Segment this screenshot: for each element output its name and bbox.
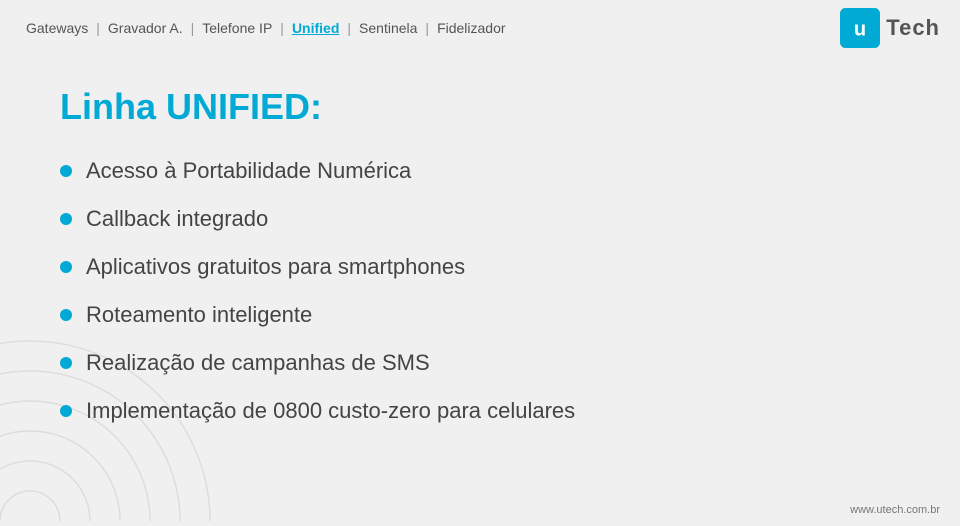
- bullet-dot-2: [60, 213, 72, 225]
- bullet-dot-6: [60, 405, 72, 417]
- nav-item-gateways[interactable]: Gateways: [20, 20, 94, 36]
- list-item: Callback integrado: [60, 206, 900, 232]
- bullet-dot-1: [60, 165, 72, 177]
- feature-list: Acesso à Portabilidade Numérica Callback…: [60, 158, 900, 424]
- list-item: Realização de campanhas de SMS: [60, 350, 900, 376]
- bullet-dot-4: [60, 309, 72, 321]
- logo-text: Tech: [886, 15, 940, 41]
- list-item-label-4: Roteamento inteligente: [86, 302, 312, 328]
- main-content: Linha UNIFIED: Acesso à Portabilidade Nu…: [0, 56, 960, 444]
- footer-url: www.utech.com.br: [850, 504, 940, 516]
- nav-separator-4: |: [347, 20, 351, 36]
- list-item-label-2: Callback integrado: [86, 206, 268, 232]
- nav-item-telefone[interactable]: Telefone IP: [196, 20, 278, 36]
- list-item-label-5: Realização de campanhas de SMS: [86, 350, 430, 376]
- bullet-dot-3: [60, 261, 72, 273]
- nav-separator-3: |: [280, 20, 284, 36]
- list-item-label-3: Aplicativos gratuitos para smartphones: [86, 254, 465, 280]
- nav-item-fidelizador[interactable]: Fidelizador: [431, 20, 511, 36]
- bullet-dot-5: [60, 357, 72, 369]
- list-item: Aplicativos gratuitos para smartphones: [60, 254, 900, 280]
- list-item: Acesso à Portabilidade Numérica: [60, 158, 900, 184]
- list-item: Roteamento inteligente: [60, 302, 900, 328]
- nav-item-unified[interactable]: Unified: [286, 20, 345, 36]
- nav-item-sentinela[interactable]: Sentinela: [353, 20, 423, 36]
- svg-text:u: u: [854, 18, 866, 40]
- nav-separator-1: |: [96, 20, 100, 36]
- nav-separator-2: |: [191, 20, 195, 36]
- list-item-label-1: Acesso à Portabilidade Numérica: [86, 158, 411, 184]
- logo: u Tech: [840, 8, 940, 48]
- logo-icon: u: [840, 8, 880, 48]
- nav-links: Gateways | Gravador A. | Telefone IP | U…: [20, 20, 512, 36]
- page-title: Linha UNIFIED:: [60, 86, 900, 128]
- top-navigation: Gateways | Gravador A. | Telefone IP | U…: [0, 0, 960, 56]
- nav-separator-5: |: [425, 20, 429, 36]
- nav-item-gravador[interactable]: Gravador A.: [102, 20, 189, 36]
- list-item-label-6: Implementação de 0800 custo-zero para ce…: [86, 398, 575, 424]
- list-item: Implementação de 0800 custo-zero para ce…: [60, 398, 900, 424]
